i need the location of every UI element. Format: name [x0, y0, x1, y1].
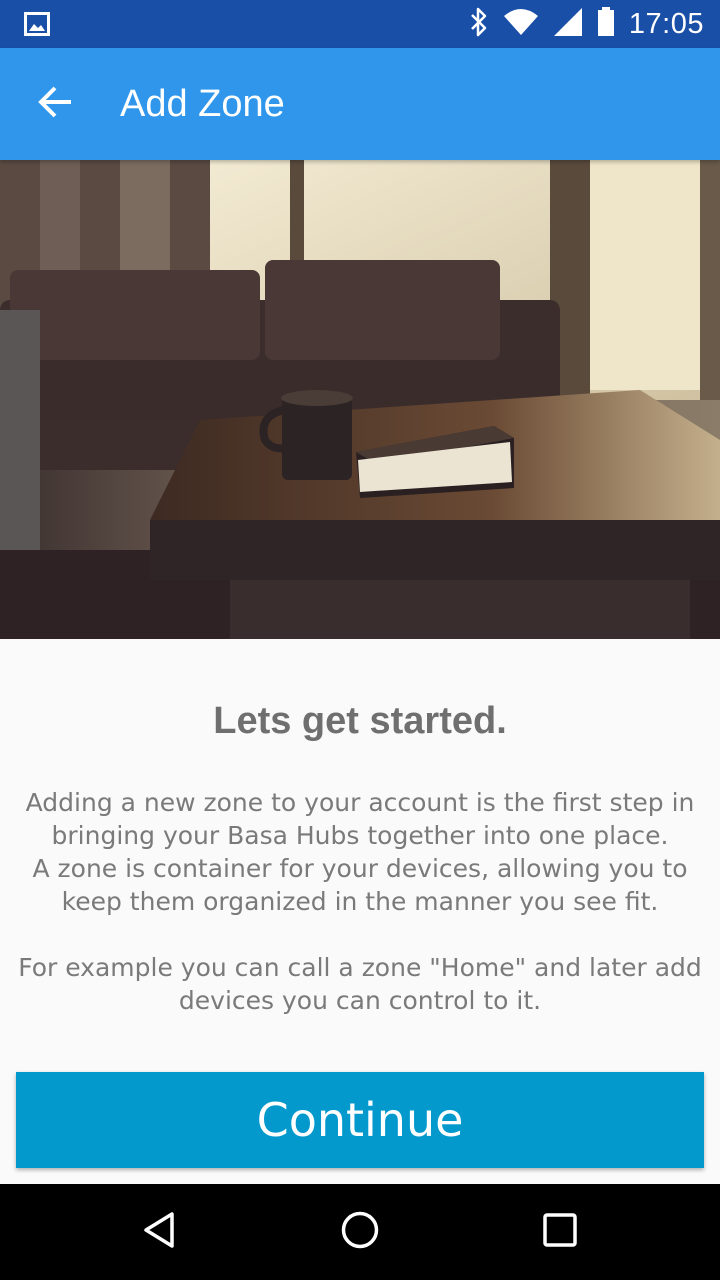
- navigation-bar: [0, 1184, 720, 1280]
- home-circle-icon: [340, 1210, 380, 1254]
- arrow-back-icon: [38, 84, 74, 124]
- battery-icon: [597, 7, 615, 41]
- nav-home-button[interactable]: [328, 1200, 392, 1264]
- description-paragraph: Adding a new zone to your account is the…: [25, 788, 695, 850]
- continue-button[interactable]: Continue: [16, 1072, 704, 1168]
- description-paragraph: A zone is container for your devices, al…: [32, 854, 688, 916]
- wifi-icon: [503, 8, 539, 40]
- hero-image: [0, 160, 720, 639]
- app-bar: Add Zone: [0, 48, 720, 160]
- clock: 17:05: [628, 7, 704, 40]
- page-title: Add Zone: [120, 82, 285, 125]
- recents-square-icon: [540, 1210, 580, 1254]
- description-paragraph: For example you can call a zone "Home" a…: [18, 953, 702, 1015]
- nav-back-button[interactable]: [128, 1200, 192, 1264]
- description-text: Adding a new zone to your account is the…: [8, 786, 712, 1017]
- bluetooth-icon: [469, 7, 489, 41]
- back-triangle-icon: [140, 1210, 180, 1254]
- image-notification-icon: [24, 12, 50, 40]
- headline: Lets get started.: [213, 700, 507, 742]
- status-bar: 17:05: [0, 0, 720, 48]
- nav-recents-button[interactable]: [528, 1200, 592, 1264]
- cell-signal-icon: [553, 7, 583, 41]
- back-button[interactable]: [24, 76, 88, 132]
